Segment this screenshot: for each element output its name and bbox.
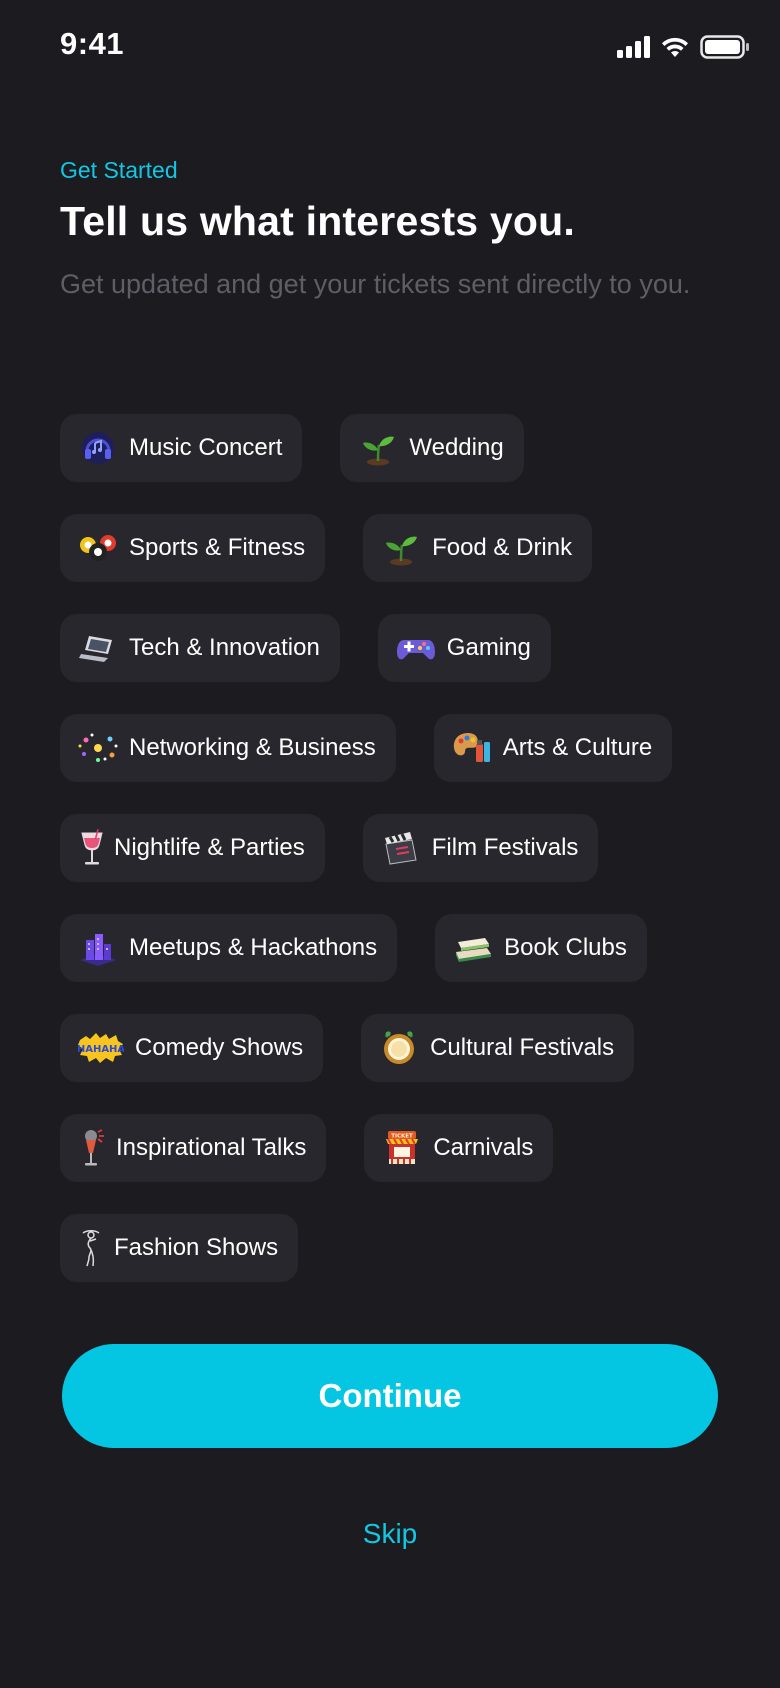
clapperboard-icon: [381, 828, 421, 868]
chip-comedy-shows[interactable]: HAHAHA Comedy Shows: [60, 1014, 324, 1082]
chip-label: Cultural Festivals: [430, 1034, 615, 1061]
svg-text:TICKET: TICKET: [392, 1134, 414, 1140]
battery-icon: [700, 35, 750, 59]
game-controller-icon: [396, 628, 436, 668]
chip-row: HAHAHA Comedy Shows Cultural Festivals: [60, 1014, 740, 1082]
chip-tech-innovation[interactable]: Tech & Innovation: [60, 614, 340, 682]
skip-link[interactable]: Skip: [0, 1518, 780, 1550]
page-title: Tell us what interests you.: [60, 198, 575, 244]
chip-label: Music Concert: [129, 434, 283, 461]
status-time: 9:41: [60, 26, 125, 61]
continue-button[interactable]: Continue: [62, 1344, 718, 1448]
microphone-icon: [78, 1128, 106, 1168]
chip-label: Carnivals: [433, 1134, 534, 1161]
chip-wedding[interactable]: Wedding: [340, 414, 524, 482]
chip-label: Food & Drink: [432, 534, 573, 561]
chip-networking-business[interactable]: Networking & Business: [60, 714, 396, 782]
chip-label: Tech & Innovation: [129, 634, 320, 661]
chip-food-drink[interactable]: Food & Drink: [363, 514, 593, 582]
svg-text:HAHAHA: HAHAHA: [78, 1044, 124, 1055]
chip-gaming[interactable]: Gaming: [377, 614, 551, 682]
chip-arts-culture[interactable]: Arts & Culture: [433, 714, 673, 782]
sparkles-network-icon: [78, 728, 118, 768]
billiard-balls-icon: [78, 528, 118, 568]
festival-drum-icon: [379, 1028, 419, 1068]
seedling-icon: [381, 528, 421, 568]
chip-label: Inspirational Talks: [116, 1134, 307, 1161]
chip-label: Book Clubs: [504, 934, 627, 961]
palette-icon: [452, 728, 492, 768]
chip-sports-fitness[interactable]: Sports & Fitness: [60, 514, 326, 582]
chip-row: Nightlife & Parties Film Festivals: [60, 814, 740, 882]
chip-fashion-shows[interactable]: Fashion Shows: [60, 1214, 299, 1282]
hahaha-icon: HAHAHA: [78, 1028, 124, 1068]
continue-button-label: Continue: [318, 1377, 462, 1414]
chip-row: Inspirational Talks TICKET Carnivals: [60, 1114, 740, 1182]
chip-label: Meetups & Hackathons: [129, 934, 378, 961]
chip-meetups-hackathons[interactable]: Meetups & Hackathons: [60, 914, 398, 982]
chip-carnivals[interactable]: TICKET Carnivals: [364, 1114, 554, 1182]
chip-book-clubs[interactable]: Book Clubs: [435, 914, 647, 982]
chip-film-festivals[interactable]: Film Festivals: [362, 814, 599, 882]
fashion-figure-icon: [78, 1228, 104, 1268]
status-bar: 9:41: [0, 0, 780, 92]
cocktail-glass-icon: [78, 828, 106, 868]
chip-label: Comedy Shows: [135, 1034, 304, 1061]
seedling-icon: [358, 428, 398, 468]
chip-label: Nightlife & Parties: [114, 834, 305, 861]
chip-label: Arts & Culture: [502, 734, 653, 761]
city-buildings-icon: [78, 928, 118, 968]
interest-chip-list: Music Concert Wedding Sports & Fitness F…: [60, 414, 740, 1314]
chip-label: Wedding: [409, 434, 504, 461]
chip-label: Fashion Shows: [114, 1234, 279, 1261]
chip-cultural-festivals[interactable]: Cultural Festivals: [361, 1014, 635, 1082]
books-icon: [453, 928, 493, 968]
cellular-signal-icon: [617, 36, 650, 58]
chip-row: Fashion Shows: [60, 1214, 740, 1282]
wifi-icon: [660, 36, 690, 58]
chip-row: Sports & Fitness Food & Drink: [60, 514, 740, 582]
headphones-icon: [78, 428, 118, 468]
chip-label: Networking & Business: [129, 734, 376, 761]
status-icons: [617, 32, 750, 62]
chip-label: Sports & Fitness: [129, 534, 306, 561]
get-started-label: Get Started: [60, 157, 178, 183]
ticket-booth-icon: TICKET: [382, 1128, 422, 1168]
chip-inspirational-talks[interactable]: Inspirational Talks: [60, 1114, 327, 1182]
chip-row: Music Concert Wedding: [60, 414, 740, 482]
page-subtitle: Get updated and get your tickets sent di…: [60, 269, 691, 299]
chip-nightlife-parties[interactable]: Nightlife & Parties: [60, 814, 325, 882]
chip-label: Film Festivals: [431, 834, 579, 861]
chip-row: Networking & Business Arts & Culture: [60, 714, 740, 782]
laptop-icon: [78, 628, 118, 668]
chip-label: Gaming: [446, 634, 531, 661]
chip-row: Tech & Innovation Gaming: [60, 614, 740, 682]
chip-music-concert[interactable]: Music Concert: [60, 414, 303, 482]
chip-row: Meetups & Hackathons Book Clubs: [60, 914, 740, 982]
